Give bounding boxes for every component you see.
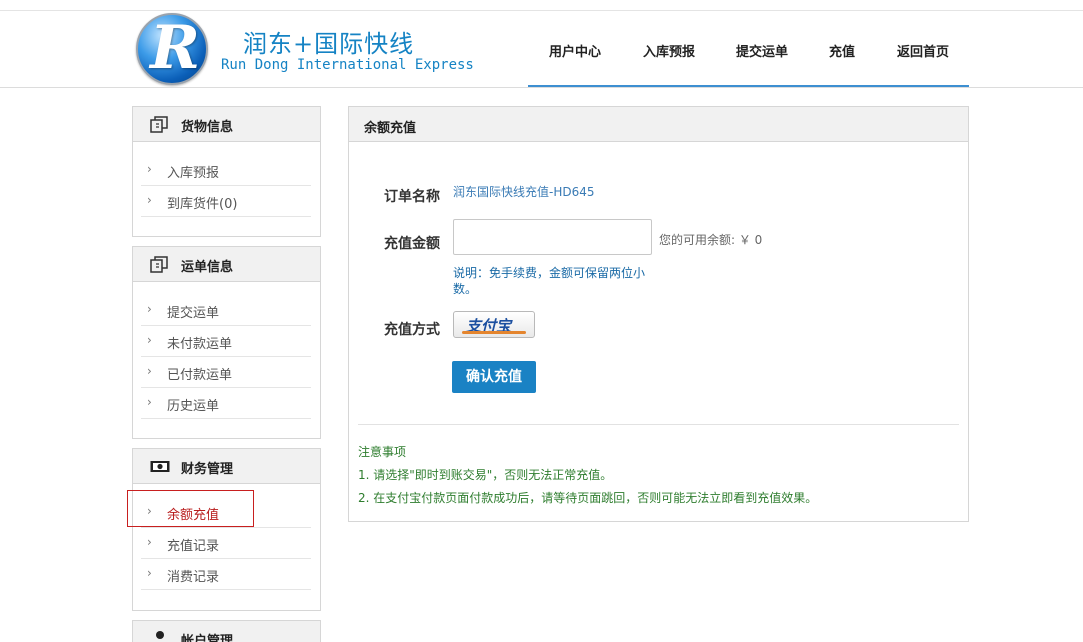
copy-icon (150, 116, 168, 133)
order-name-value: 润东国际快线充值-HD645 (453, 185, 595, 199)
panel-title: 运单信息 (181, 260, 234, 275)
sidebar-item-inbound-forecast[interactable]: › 入库预报 (141, 155, 311, 186)
sidebar-item-label: 提交运单 (167, 306, 220, 321)
notice-line: 1. 请选择"即时到账交易"，否则无法正常充值。 (358, 468, 613, 482)
panel-header: 运单信息 (133, 247, 320, 282)
chevron-right-icon: › (147, 364, 152, 378)
logo-title-cn: 润东+国际快线 (243, 30, 415, 58)
sidebar-item-label: 消费记录 (167, 570, 220, 585)
available-balance: 您的可用余额: ￥ 0 (659, 233, 763, 247)
panel-header: 余额充值 (349, 107, 968, 142)
nav-recharge[interactable]: 充值 (829, 41, 855, 60)
chevron-right-icon: › (147, 395, 152, 409)
panel-title: 帐户管理 (181, 634, 234, 642)
top-border (0, 10, 1083, 11)
panel-waybill-info: 运单信息 › 提交运单 › 未付款运单 › 已付款运单 › 历史运单 (132, 246, 321, 439)
panel-account: 帐户管理 (132, 620, 321, 642)
amount-label: 充值金额 (384, 236, 440, 252)
amount-input[interactable] (453, 219, 652, 255)
sidebar-item-paid-waybill[interactable]: › 已付款运单 (141, 357, 311, 388)
sidebar-item-unpaid-waybill[interactable]: › 未付款运单 (141, 326, 311, 357)
chevron-right-icon: › (147, 302, 152, 316)
copy-icon (150, 256, 168, 273)
panel-header: 帐户管理 (133, 621, 320, 642)
amount-note: 说明：免手续费，金额可保留两位小数。 (453, 266, 646, 296)
logo-title-en: Run Dong International Express (221, 57, 474, 73)
nav-inbound-forecast[interactable]: 入库预报 (643, 41, 695, 60)
chevron-right-icon: › (147, 333, 152, 347)
panel-header: 财务管理 (133, 449, 320, 484)
sidebar-item-label: 未付款运单 (167, 337, 233, 352)
recharge-panel: 余额充值 订单名称 润东国际快线充值-HD645 充值金额 您的可用余额: ￥ … (348, 106, 969, 522)
chevron-right-icon: › (147, 162, 152, 176)
chevron-right-icon: › (147, 193, 152, 207)
notice-title: 注意事项 (358, 445, 407, 459)
logo-letter: R (150, 13, 200, 83)
alipay-option[interactable]: 支付宝 (453, 311, 535, 338)
alipay-swoosh (462, 331, 526, 334)
nav-home[interactable]: 返回首页 (897, 41, 949, 60)
sidebar-item-label: 历史运单 (167, 399, 220, 414)
nav-user-center[interactable]: 用户中心 (549, 41, 601, 60)
nav-submit-waybill[interactable]: 提交运单 (736, 41, 788, 60)
panel-finance: 财务管理 › 余额充值 › 充值记录 › 消费记录 (132, 448, 321, 611)
chevron-right-icon: › (147, 566, 152, 580)
page-title: 余额充值 (364, 121, 417, 136)
sidebar-item-label: 充值记录 (167, 539, 220, 554)
divider (358, 424, 959, 425)
user-icon (156, 631, 164, 639)
header-divider (0, 87, 1083, 88)
sidebar-item-label: 到库货件(0) (167, 197, 238, 212)
notice-line: 2. 在支付宝付款页面付款成功后，请等待页面跳回，否则可能无法立即看到充值效果。 (358, 491, 818, 505)
sidebar-item-label: 已付款运单 (167, 368, 233, 383)
panel-title: 货物信息 (181, 120, 234, 135)
sidebar-item-submit-waybill[interactable]: › 提交运单 (141, 295, 311, 326)
chevron-right-icon: › (147, 535, 152, 549)
panel-title: 财务管理 (181, 462, 234, 477)
sidebar-item-consumption-records[interactable]: › 消费记录 (141, 559, 311, 590)
sidebar-item-recharge-records[interactable]: › 充值记录 (141, 528, 311, 559)
panel-header: 货物信息 (133, 107, 320, 142)
money-icon (150, 461, 170, 472)
payment-method-label: 充值方式 (384, 322, 440, 338)
confirm-recharge-button[interactable]: 确认充值 (452, 361, 536, 393)
sidebar-item-history-waybill[interactable]: › 历史运单 (141, 388, 311, 419)
sidebar-item-arrived-goods[interactable]: › 到库货件(0) (141, 186, 311, 217)
active-item-highlight (127, 490, 254, 527)
order-name-label: 订单名称 (384, 189, 440, 205)
sidebar-item-label: 入库预报 (167, 166, 220, 181)
panel-goods-info: 货物信息 › 入库预报 › 到库货件(0) (132, 106, 321, 237)
